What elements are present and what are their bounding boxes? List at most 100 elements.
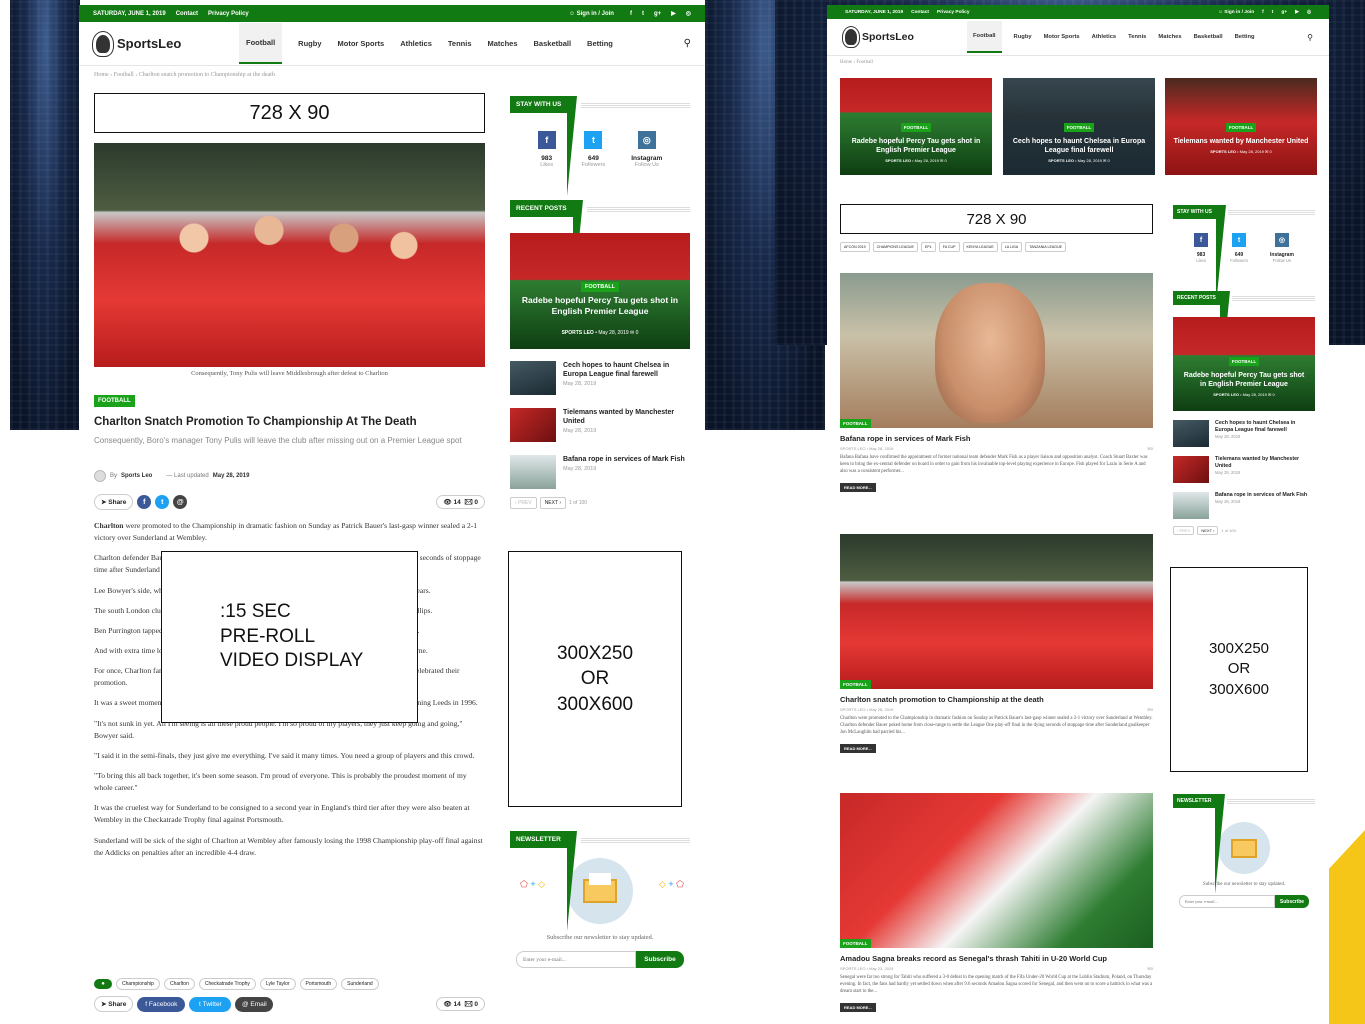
breadcrumb-right: Home › Football	[840, 60, 874, 65]
youtube-icon[interactable]: ▶	[671, 10, 676, 17]
read-more-button[interactable]: READ MORE...	[840, 482, 876, 492]
search-icon[interactable]: ⚲	[684, 38, 691, 49]
leaderboard-ad[interactable]: 728 X 90	[94, 93, 485, 133]
sidebar-ad-box-right[interactable]: 300X250 OR 300X600	[1170, 567, 1308, 772]
subscribe-button[interactable]: Subscribe	[636, 951, 684, 968]
twitter-icon[interactable]: t	[642, 11, 644, 17]
top-card-2[interactable]: FOOTBALL Cech hopes to haunt Chelsea in …	[1003, 78, 1155, 175]
nav-basketball[interactable]: Basketball	[534, 39, 572, 48]
prev-button[interactable]: ‹ PREV	[510, 497, 537, 509]
next-button[interactable]: NEXT ›	[539, 497, 566, 509]
paragraph-10: "I said it in the semi-finals, they just…	[94, 750, 475, 760]
share-label-bottom[interactable]: ➤ Share	[94, 996, 134, 1012]
facebook-share-icon[interactable]: f	[137, 495, 152, 509]
article-image[interactable]: FOOTBALL	[840, 273, 1153, 428]
article-title: Charlton Snatch Promotion To Championshi…	[94, 416, 417, 428]
nav-rugby[interactable]: Rugby	[298, 39, 321, 48]
recent-post-2[interactable]: Tielemans wanted by Manchester United May…	[510, 408, 690, 442]
facebook-icon[interactable]: f	[1262, 10, 1264, 15]
facebook-icon[interactable]: f	[630, 11, 632, 17]
twitter-share-icon[interactable]: t	[155, 495, 170, 509]
newsletter-widget: NEWSLETTER ⬠ + ◇ ◇ + ⬠ Subscribe our new…	[510, 831, 690, 968]
logo-right[interactable]: SportsLeo	[843, 27, 955, 47]
google-plus-icon[interactable]: g+	[1281, 10, 1287, 15]
tag-charlton[interactable]: Charlton	[163, 978, 195, 990]
sidebar-ad-box[interactable]: 300X250 OR 300X600	[508, 551, 682, 807]
category-tag[interactable]: FOOTBALL	[94, 395, 135, 407]
youtube-icon[interactable]: ▶	[1295, 10, 1299, 15]
signin-link[interactable]: ☺ Sign in / Join	[569, 11, 614, 17]
tag-checkatrade[interactable]: Checkatrade Trophy	[198, 978, 256, 990]
instagram-icon[interactable]: ◎	[686, 10, 691, 17]
nav-motor-sports[interactable]: Motor Sports	[338, 39, 385, 48]
tag-portsmouth[interactable]: Portsmouth	[299, 978, 338, 990]
article-image[interactable]: FOOTBALL	[840, 793, 1153, 948]
instagram-icon[interactable]: ◎	[1307, 10, 1311, 15]
google-plus-icon[interactable]: g+	[654, 11, 661, 17]
pager: ‹ PREV NEXT › 1 of 100	[510, 497, 690, 509]
instagram-counter[interactable]: ◎ Instagram Follow Us	[631, 131, 662, 168]
recent-post-thumb	[510, 361, 556, 395]
paragraph-13: Sunderland will be sick of the sight of …	[94, 835, 483, 857]
read-more-button[interactable]: READ MORE...	[840, 743, 876, 753]
nav-tennis[interactable]: Tennis	[448, 39, 472, 48]
nav-rugby[interactable]: Rugby	[1014, 34, 1032, 40]
author-name[interactable]: Sports Leo	[121, 473, 152, 479]
left-page: SATURDAY, JUNE 1, 2019 Contact Privacy P…	[79, 5, 705, 1024]
next-button[interactable]: NEXT ›	[1197, 526, 1219, 535]
privacy-link[interactable]: Privacy Policy	[208, 11, 249, 17]
twitter-share-button[interactable]: t Twitter	[189, 996, 232, 1012]
featured-post[interactable]: FOOTBALL Radebe hopeful Percy Tau gets s…	[510, 233, 690, 349]
logo[interactable]: SportsLeo	[93, 31, 223, 56]
share-label[interactable]: ➤ Share	[94, 494, 134, 510]
search-icon[interactable]: ⚲	[1307, 33, 1313, 42]
article-image[interactable]: FOOTBALL	[840, 534, 1153, 689]
top-card-1[interactable]: FOOTBALL Radebe hopeful Percy Tau gets s…	[840, 78, 992, 175]
leaderboard-ad-right[interactable]: 728 X 90	[840, 204, 1153, 234]
email-input[interactable]	[1179, 895, 1275, 908]
updated-date: May 28, 2019	[212, 473, 250, 479]
twitter-counter[interactable]: t 649 Followers	[582, 131, 605, 168]
breadcrumb: Home › Football › Charlton snatch promot…	[94, 72, 275, 78]
nav-athletics[interactable]: Athletics	[1092, 34, 1116, 40]
contact-link[interactable]: Contact	[176, 11, 198, 17]
breadcrumb-football[interactable]: Football	[114, 72, 134, 78]
envelope-icon	[567, 858, 633, 924]
tag-sunderland[interactable]: Sunderland	[341, 978, 379, 990]
nav-betting[interactable]: Betting	[1235, 34, 1255, 40]
league-tags: AFCON 2019 CHAMPIONS LEAGUE EPL FA CUP K…	[840, 242, 1067, 252]
nav-football[interactable]: Football	[967, 21, 1002, 53]
email-input[interactable]	[516, 951, 636, 968]
nav-matches[interactable]: Matches	[1158, 34, 1181, 40]
email-share-icon[interactable]: @	[173, 495, 188, 509]
facebook-counter[interactable]: f 983 Likes	[537, 131, 556, 168]
signin-link-right[interactable]: ☺ Sign in / Join	[1218, 10, 1254, 15]
nav-football[interactable]: Football	[239, 23, 283, 64]
nav-betting[interactable]: Betting	[587, 39, 613, 48]
recent-posts-title: RECENT POSTS	[510, 200, 583, 300]
tag-championship[interactable]: Championship	[116, 978, 160, 990]
subscribe-button[interactable]: Subscribe	[1275, 895, 1309, 908]
video-preroll-ad[interactable]: :15 SEC PRE-ROLL VIDEO DISPLAY	[161, 551, 418, 723]
nav-athletics[interactable]: Athletics	[400, 39, 432, 48]
top-bar: SATURDAY, JUNE 1, 2019 Contact Privacy P…	[79, 5, 705, 22]
nav-matches[interactable]: Matches	[488, 39, 518, 48]
nav-motor-sports[interactable]: Motor Sports	[1044, 34, 1080, 40]
envelope-icon	[1218, 822, 1270, 874]
share-bar-bottom: ➤ Share f Facebook t Twitter @ Email 👁 1…	[94, 996, 485, 1012]
email-share-button[interactable]: @ Email	[235, 996, 274, 1012]
prev-button[interactable]: ‹ PREV	[1173, 526, 1195, 535]
facebook-icon: f	[537, 131, 556, 149]
recent-post-3[interactable]: Bafana rope in services of Mark Fish May …	[510, 455, 690, 489]
tag-lyle-taylor[interactable]: Lyle Taylor	[259, 978, 296, 990]
featured-post-right[interactable]: FOOTBALL Radebe hopeful Percy Tau gets s…	[1173, 317, 1315, 411]
nav-basketball[interactable]: Basketball	[1194, 34, 1223, 40]
nav-tennis[interactable]: Tennis	[1128, 34, 1146, 40]
facebook-share-button[interactable]: f Facebook	[137, 996, 186, 1012]
breadcrumb-home[interactable]: Home	[94, 72, 109, 78]
read-more-button[interactable]: READ MORE...	[840, 1002, 876, 1012]
recent-post-1[interactable]: Cech hopes to haunt Chelsea in Europa Le…	[510, 361, 690, 395]
newsletter-widget-right: NEWSLETTER Subscribe our newsletter to s…	[1173, 794, 1315, 908]
top-card-3[interactable]: FOOTBALL Tielemans wanted by Manchester …	[1165, 78, 1317, 175]
twitter-icon[interactable]: t	[1272, 10, 1274, 15]
